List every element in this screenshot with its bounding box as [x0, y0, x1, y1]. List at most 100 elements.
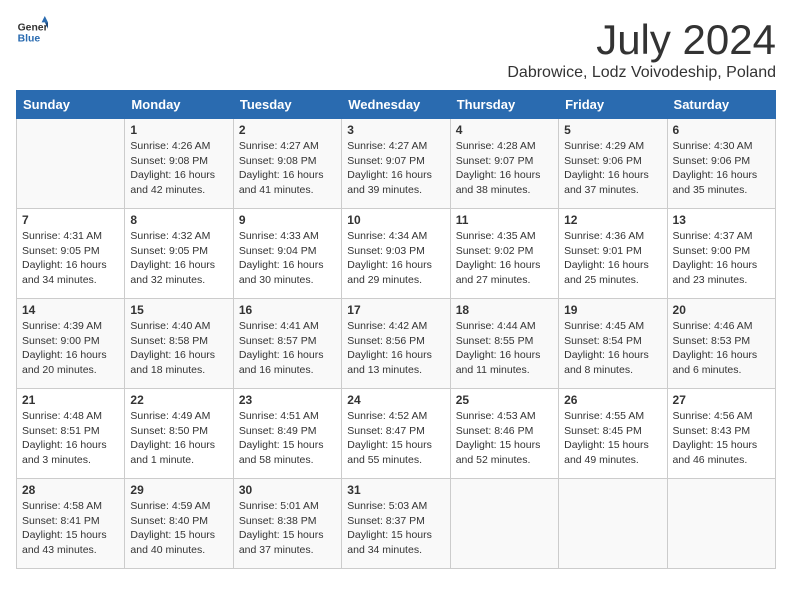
calendar-cell: 22Sunrise: 4:49 AM Sunset: 8:50 PM Dayli… [125, 389, 233, 479]
day-info: Sunrise: 4:58 AM Sunset: 8:41 PM Dayligh… [22, 499, 119, 558]
day-number: 8 [130, 213, 227, 227]
calendar-cell: 14 Sunrise: 4:39 AM Sunset: 9:00 PM Dayli… [17, 299, 125, 389]
day-number: 2 [239, 123, 336, 137]
header: General Blue July 2024 Dabrowice, Lodz V… [16, 16, 776, 82]
day-info: Sunrise: 4:56 AM Sunset: 8:43 PM Dayligh… [673, 409, 770, 468]
day-number: 1 [130, 123, 227, 137]
svg-text:General: General [18, 22, 48, 33]
day-number: 6 [673, 123, 770, 137]
calendar-week-2: 7 Sunrise: 4:31 AM Sunset: 9:05 PM Daylig… [17, 209, 776, 299]
day-info: Sunrise: 4:49 AM Sunset: 8:50 PM Dayligh… [130, 409, 227, 468]
calendar-cell: 31 Sunrise: 5:03 AM Sunset: 8:37 PM Dayli… [342, 479, 450, 569]
day-number: 5 [564, 123, 661, 137]
calendar-cell [17, 119, 125, 209]
calendar-cell: 2Sunrise: 4:27 AM Sunset: 9:08 PM Daylig… [233, 119, 341, 209]
weekday-header-tuesday: Tuesday [233, 91, 341, 119]
weekday-header-friday: Friday [559, 91, 667, 119]
day-info: Sunrise: 4:55 AM Sunset: 8:45 PM Dayligh… [564, 409, 661, 468]
calendar-cell: 12Sunrise: 4:36 AM Sunset: 9:01 PM Dayli… [559, 209, 667, 299]
calendar-week-4: 21 Sunrise: 4:48 AM Sunset: 8:51 PM Dayli… [17, 389, 776, 479]
day-info: Sunrise: 4:39 AM Sunset: 9:00 PM Dayligh… [22, 319, 119, 378]
calendar-cell: 28 Sunrise: 4:58 AM Sunset: 8:41 PM Dayli… [17, 479, 125, 569]
calendar-cell: 24Sunrise: 4:52 AM Sunset: 8:47 PM Dayli… [342, 389, 450, 479]
calendar-cell [667, 479, 775, 569]
location-title: Dabrowice, Lodz Voivodeship, Poland [507, 64, 776, 82]
day-info: Sunrise: 4:27 AM Sunset: 9:07 PM Dayligh… [347, 139, 444, 198]
calendar-cell: 1 Sunrise: 4:26 AM Sunset: 9:08 PM Daylig… [125, 119, 233, 209]
day-number: 3 [347, 123, 444, 137]
day-number: 27 [673, 393, 770, 407]
calendar-cell: 30Sunrise: 5:01 AM Sunset: 8:38 PM Dayli… [233, 479, 341, 569]
day-number: 17 [347, 303, 444, 317]
day-info: Sunrise: 4:41 AM Sunset: 8:57 PM Dayligh… [239, 319, 336, 378]
day-number: 15 [130, 303, 227, 317]
calendar-cell: 6 Sunrise: 4:30 AM Sunset: 9:06 PM Daylig… [667, 119, 775, 209]
day-number: 14 [22, 303, 119, 317]
calendar-cell: 8 Sunrise: 4:32 AM Sunset: 9:05 PM Daylig… [125, 209, 233, 299]
day-info: Sunrise: 4:59 AM Sunset: 8:40 PM Dayligh… [130, 499, 227, 558]
calendar-cell: 19Sunrise: 4:45 AM Sunset: 8:54 PM Dayli… [559, 299, 667, 389]
day-info: Sunrise: 4:40 AM Sunset: 8:58 PM Dayligh… [130, 319, 227, 378]
calendar-cell: 4Sunrise: 4:28 AM Sunset: 9:07 PM Daylig… [450, 119, 558, 209]
day-number: 11 [456, 213, 553, 227]
calendar-cell: 17 Sunrise: 4:42 AM Sunset: 8:56 PM Dayli… [342, 299, 450, 389]
day-number: 23 [239, 393, 336, 407]
calendar-cell: 13 Sunrise: 4:37 AM Sunset: 9:00 PM Dayli… [667, 209, 775, 299]
day-number: 26 [564, 393, 661, 407]
day-number: 31 [347, 483, 444, 497]
weekday-header-row: SundayMondayTuesdayWednesdayThursdayFrid… [17, 91, 776, 119]
calendar-cell: 26 Sunrise: 4:55 AM Sunset: 8:45 PM Dayli… [559, 389, 667, 479]
calendar-cell: 25 Sunrise: 4:53 AM Sunset: 8:46 PM Dayli… [450, 389, 558, 479]
calendar-cell: 10Sunrise: 4:34 AM Sunset: 9:03 PM Dayli… [342, 209, 450, 299]
calendar-cell: 21 Sunrise: 4:48 AM Sunset: 8:51 PM Dayli… [17, 389, 125, 479]
calendar-cell: 5Sunrise: 4:29 AM Sunset: 9:06 PM Daylig… [559, 119, 667, 209]
weekday-header-thursday: Thursday [450, 91, 558, 119]
day-info: Sunrise: 4:52 AM Sunset: 8:47 PM Dayligh… [347, 409, 444, 468]
day-number: 29 [130, 483, 227, 497]
calendar-cell: 18Sunrise: 4:44 AM Sunset: 8:55 PM Dayli… [450, 299, 558, 389]
title-area: July 2024 Dabrowice, Lodz Voivodeship, P… [507, 16, 776, 82]
calendar-cell: 11Sunrise: 4:35 AM Sunset: 9:02 PM Dayli… [450, 209, 558, 299]
day-info: Sunrise: 4:37 AM Sunset: 9:00 PM Dayligh… [673, 229, 770, 288]
day-info: Sunrise: 4:45 AM Sunset: 8:54 PM Dayligh… [564, 319, 661, 378]
weekday-header-sunday: Sunday [17, 91, 125, 119]
calendar-cell: 23 Sunrise: 4:51 AM Sunset: 8:49 PM Dayli… [233, 389, 341, 479]
day-info: Sunrise: 4:42 AM Sunset: 8:56 PM Dayligh… [347, 319, 444, 378]
day-number: 7 [22, 213, 119, 227]
calendar-week-5: 28 Sunrise: 4:58 AM Sunset: 8:41 PM Dayli… [17, 479, 776, 569]
day-info: Sunrise: 4:26 AM Sunset: 9:08 PM Dayligh… [130, 139, 227, 198]
calendar-week-1: 1 Sunrise: 4:26 AM Sunset: 9:08 PM Daylig… [17, 119, 776, 209]
day-number: 12 [564, 213, 661, 227]
calendar-cell: 9 Sunrise: 4:33 AM Sunset: 9:04 PM Daylig… [233, 209, 341, 299]
day-info: Sunrise: 4:31 AM Sunset: 9:05 PM Dayligh… [22, 229, 119, 288]
day-info: Sunrise: 4:53 AM Sunset: 8:46 PM Dayligh… [456, 409, 553, 468]
calendar-cell [450, 479, 558, 569]
day-info: Sunrise: 5:03 AM Sunset: 8:37 PM Dayligh… [347, 499, 444, 558]
day-info: Sunrise: 4:32 AM Sunset: 9:05 PM Dayligh… [130, 229, 227, 288]
day-info: Sunrise: 4:48 AM Sunset: 8:51 PM Dayligh… [22, 409, 119, 468]
day-number: 4 [456, 123, 553, 137]
calendar-cell: 29 Sunrise: 4:59 AM Sunset: 8:40 PM Dayli… [125, 479, 233, 569]
logo: General Blue [16, 16, 48, 48]
month-title: July 2024 [507, 16, 776, 64]
day-info: Sunrise: 4:46 AM Sunset: 8:53 PM Dayligh… [673, 319, 770, 378]
calendar-table: SundayMondayTuesdayWednesdayThursdayFrid… [16, 90, 776, 569]
calendar-cell: 16 Sunrise: 4:41 AM Sunset: 8:57 PM Dayli… [233, 299, 341, 389]
day-info: Sunrise: 5:01 AM Sunset: 8:38 PM Dayligh… [239, 499, 336, 558]
calendar-cell: 7 Sunrise: 4:31 AM Sunset: 9:05 PM Daylig… [17, 209, 125, 299]
day-number: 21 [22, 393, 119, 407]
day-info: Sunrise: 4:44 AM Sunset: 8:55 PM Dayligh… [456, 319, 553, 378]
day-info: Sunrise: 4:51 AM Sunset: 8:49 PM Dayligh… [239, 409, 336, 468]
day-number: 16 [239, 303, 336, 317]
day-info: Sunrise: 4:33 AM Sunset: 9:04 PM Dayligh… [239, 229, 336, 288]
day-number: 10 [347, 213, 444, 227]
day-number: 25 [456, 393, 553, 407]
day-number: 20 [673, 303, 770, 317]
day-number: 13 [673, 213, 770, 227]
day-number: 28 [22, 483, 119, 497]
calendar-cell: 3 Sunrise: 4:27 AM Sunset: 9:07 PM Daylig… [342, 119, 450, 209]
calendar-cell [559, 479, 667, 569]
calendar-cell: 15 Sunrise: 4:40 AM Sunset: 8:58 PM Dayli… [125, 299, 233, 389]
day-number: 9 [239, 213, 336, 227]
day-info: Sunrise: 4:30 AM Sunset: 9:06 PM Dayligh… [673, 139, 770, 198]
